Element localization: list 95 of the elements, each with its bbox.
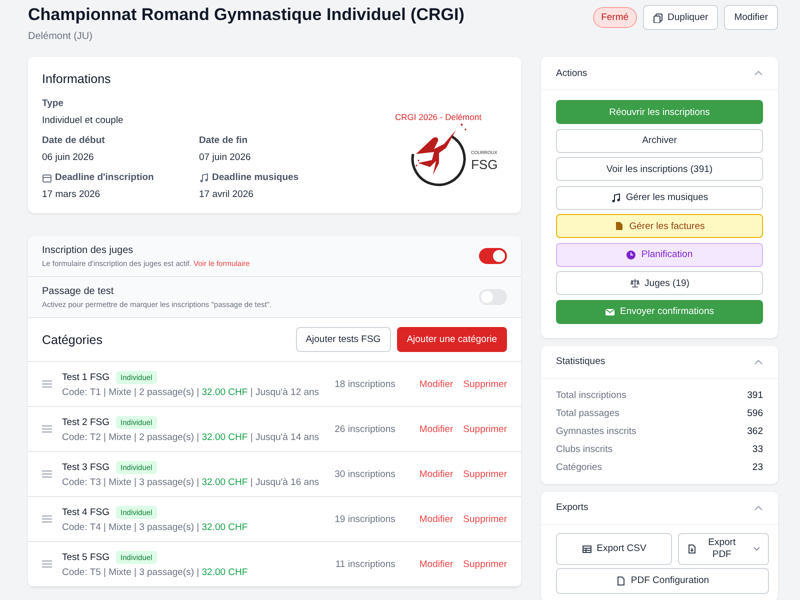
field-value: Individuel et couple xyxy=(42,115,124,126)
action-button[interactable]: Archiver xyxy=(556,128,763,152)
location-text: Delémont (JU) xyxy=(28,31,94,42)
delete-link[interactable]: Supprimer xyxy=(463,558,507,570)
action-button[interactable]: Planification xyxy=(556,242,763,266)
action-button[interactable]: Gérer les musiques xyxy=(556,186,763,210)
stat-value: 596 xyxy=(747,408,763,418)
stat-value: 362 xyxy=(747,426,763,436)
edit-link[interactable]: Modifier xyxy=(419,558,454,570)
add-category-button[interactable]: Ajouter une catégorie xyxy=(396,327,507,352)
registration-count: 30 inscriptions xyxy=(334,468,396,480)
edit-link[interactable]: Modifier xyxy=(419,514,454,524)
category-details: Code: T3 | Mixte | 3 passage(s) | 32.00 CHF | Jusqu'à 16 ans xyxy=(62,476,320,488)
field-value: 06 juin 2026 xyxy=(42,152,95,163)
drag-handle-icon[interactable] xyxy=(42,470,52,478)
copy-icon xyxy=(652,12,663,22)
stat-label: Total passages xyxy=(556,408,620,418)
gymnast-logo-drawing xyxy=(411,123,467,186)
stat-value: 391 xyxy=(747,390,763,400)
logo-arc-text: CRGI 2026 - Delémont xyxy=(395,112,482,122)
stat-label: Clubs inscrits xyxy=(556,444,612,454)
file-icon xyxy=(616,576,626,586)
category-name: Test 2 FSG xyxy=(62,416,110,428)
registration-count: 19 inscriptions xyxy=(334,514,396,524)
field-value: 17 avril 2026 xyxy=(199,189,254,200)
edit-link[interactable]: Modifier xyxy=(419,424,454,434)
calendar-icon xyxy=(42,172,52,182)
federation-logo-text: FSG xyxy=(471,157,498,172)
registration-count: 11 inscriptions xyxy=(335,558,396,570)
toggle-switch[interactable] xyxy=(479,289,507,305)
field-value: 17 mars 2026 xyxy=(42,189,102,200)
table-icon xyxy=(582,544,592,554)
category-name: Test 4 FSG xyxy=(62,506,110,518)
edit-link[interactable]: Modifier xyxy=(419,378,454,390)
clock-icon xyxy=(626,250,636,260)
drag-handle-icon[interactable] xyxy=(42,515,52,523)
dropdown-caret-icon xyxy=(752,546,760,552)
panel-title: Actions xyxy=(556,68,588,78)
delete-link[interactable]: Supprimer xyxy=(463,424,507,434)
duplicate-button[interactable]: Dupliquer xyxy=(642,5,718,30)
drag-handle-icon[interactable] xyxy=(42,425,52,433)
setting-title: Passage de test xyxy=(42,286,115,296)
export-button[interactable]: Export PDF xyxy=(678,532,769,564)
envelope-icon xyxy=(605,306,615,316)
delete-link[interactable]: Supprimer xyxy=(463,514,507,524)
category-name: Test 5 FSG xyxy=(62,552,110,562)
field-value: 07 juin 2026 xyxy=(199,152,252,163)
section-title: Catégories xyxy=(42,332,102,346)
delete-link[interactable]: Supprimer xyxy=(463,378,507,390)
category-details: Code: T5 | Mixte | 3 passage(s) | 32.00 CHF xyxy=(62,566,249,578)
card-title: Informations xyxy=(42,72,112,86)
category-details: Code: T2 | Mixte | 2 passage(s) | 32.00 CHF | Jusqu'à 14 ans xyxy=(62,432,320,442)
chevron-up-icon[interactable] xyxy=(754,70,763,76)
category-details: Code: T1 | Mixte | 2 passage(s) | 32.00 CHF | Jusqu'à 12 ans xyxy=(62,386,320,398)
music-note-icon xyxy=(610,192,621,202)
category-name: Test 1 FSG xyxy=(62,372,110,382)
file-download-icon xyxy=(687,544,697,554)
stat-value: 23 xyxy=(752,462,763,472)
category-name: Test 3 FSG xyxy=(62,462,110,472)
drag-handle-icon[interactable] xyxy=(42,380,52,388)
status-badge: Fermé xyxy=(593,7,637,28)
panel-title: Exports xyxy=(556,502,588,513)
stat-label: Gymnastes inscrits xyxy=(556,426,636,436)
chevron-up-icon[interactable] xyxy=(754,358,763,364)
field-label: Deadline d'inscription xyxy=(55,172,154,183)
field-label: Date de fin xyxy=(199,135,249,146)
field-label: Type xyxy=(42,98,64,109)
chevron-up-icon[interactable] xyxy=(754,504,763,510)
music-note-icon xyxy=(199,172,209,182)
stat-label: Catégories xyxy=(556,462,602,472)
drag-handle-icon[interactable] xyxy=(42,560,52,568)
registration-count: 26 inscriptions xyxy=(334,424,396,434)
document-icon xyxy=(614,221,624,231)
registration-count: 18 inscriptions xyxy=(334,378,396,390)
stat-value: 33 xyxy=(752,444,763,454)
action-button[interactable]: Gérer les factures xyxy=(556,214,763,238)
delete-link[interactable]: Supprimer xyxy=(463,468,507,480)
export-button[interactable]: Export CSV xyxy=(556,532,672,564)
export-button[interactable]: PDF Configuration xyxy=(556,568,769,594)
add-tests-button[interactable]: Ajouter tests FSG xyxy=(296,327,391,352)
field-label: Date de début xyxy=(42,135,106,146)
category-details: Code: T4 | Mixte | 3 passage(s) | 32.00 CHF xyxy=(62,522,249,532)
action-button[interactable]: Envoyer confirmations xyxy=(556,300,763,324)
edit-button[interactable]: Modifier xyxy=(724,5,778,30)
field-label: Deadline musiques xyxy=(212,172,299,183)
stat-label: Total inscriptions xyxy=(556,390,626,400)
panel-title: Statistiques xyxy=(556,356,606,367)
action-button[interactable]: Juges (19) xyxy=(556,271,763,295)
page-title: Championnat Romand Gymnastique Individuel (CRGI) xyxy=(28,5,464,25)
action-button[interactable]: Voir les inscriptions (391) xyxy=(556,157,763,181)
balance-scale-icon xyxy=(630,278,640,288)
edit-link[interactable]: Modifier xyxy=(419,468,454,480)
action-button[interactable]: Réouvrir les inscriptions xyxy=(556,100,763,124)
setting-title: Inscription des juges xyxy=(42,244,134,256)
toggle-switch[interactable] xyxy=(479,248,507,264)
